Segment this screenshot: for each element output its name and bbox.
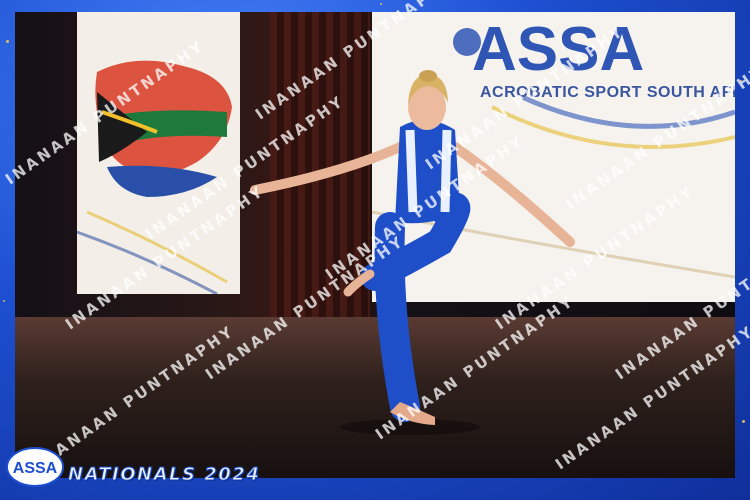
photo-frame: ASSA ACROBATIC SPORT SOUTH AFR INANAAN P… <box>0 0 750 500</box>
stage-photo: ASSA ACROBATIC SPORT SOUTH AFR <box>15 12 735 478</box>
assa-logo: ASSA <box>5 446 65 488</box>
gymnast-figure <box>250 70 575 435</box>
logo-text: ASSA <box>13 460 58 477</box>
event-title: NATIONALS 2024 <box>67 464 261 486</box>
